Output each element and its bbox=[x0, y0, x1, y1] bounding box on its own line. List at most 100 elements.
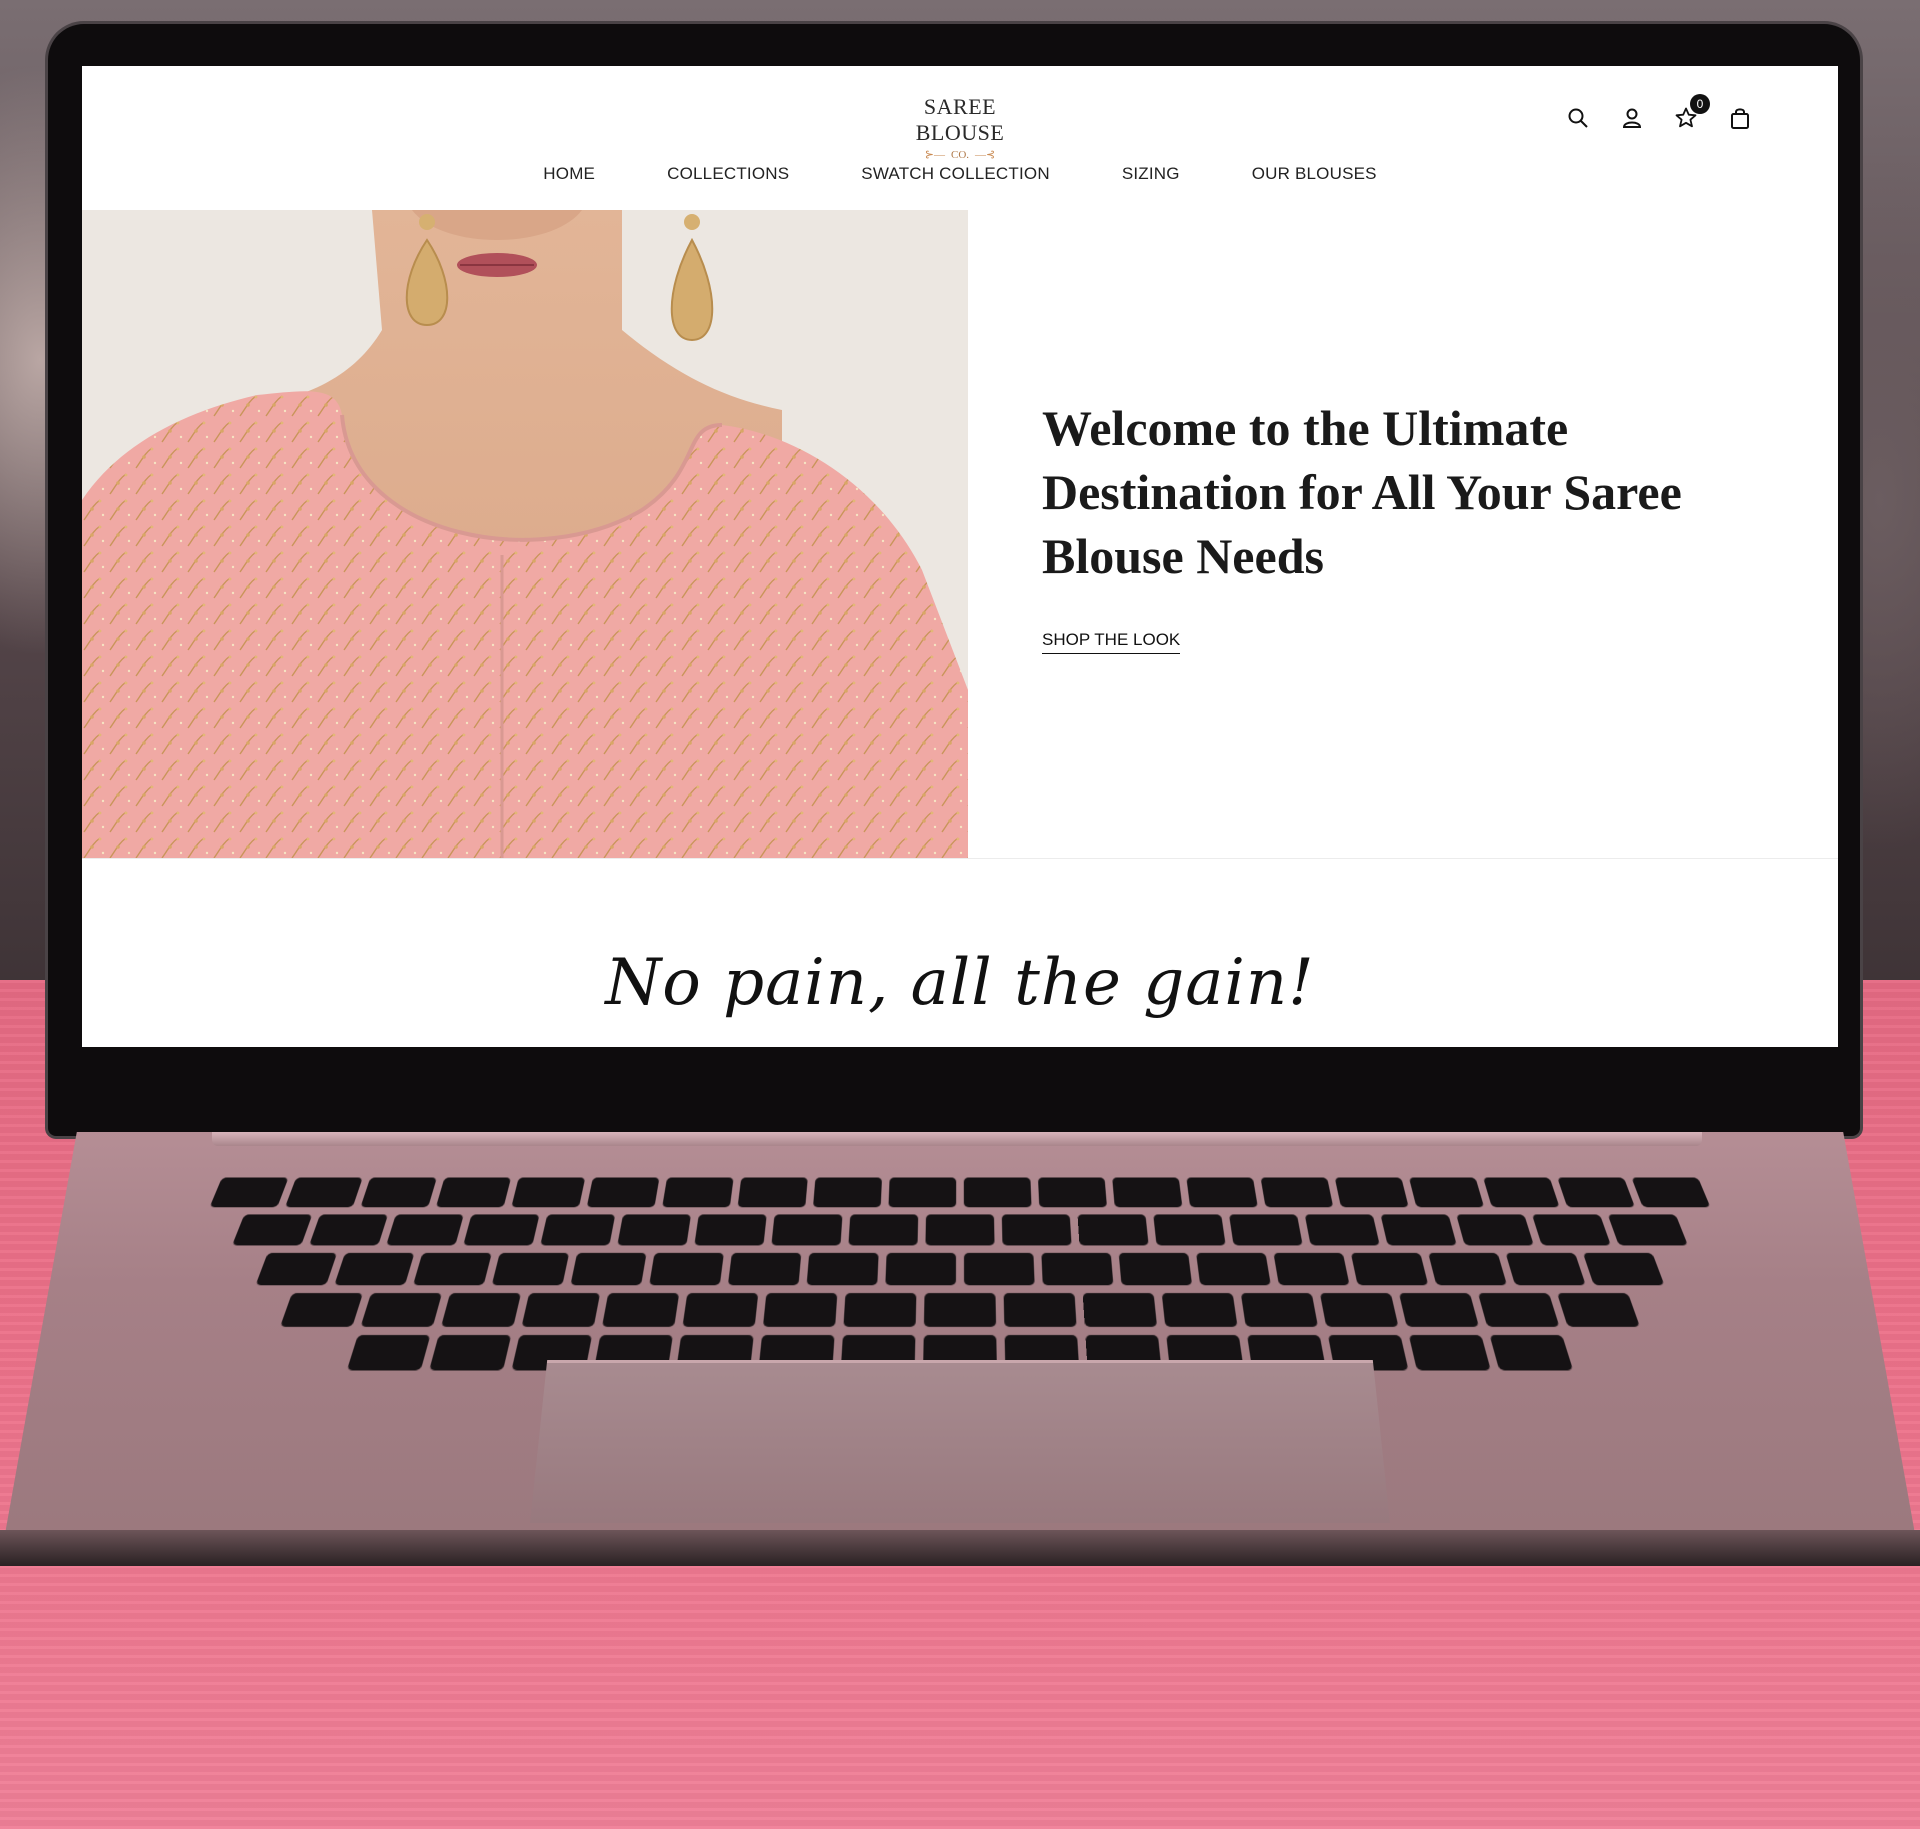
keyboard-key bbox=[1456, 1214, 1534, 1246]
keyboard-key bbox=[1556, 1293, 1641, 1327]
keyboard-key bbox=[255, 1252, 338, 1286]
keyboard-key bbox=[1082, 1293, 1158, 1327]
keyboard-key bbox=[1003, 1293, 1077, 1327]
keyboard-key bbox=[1041, 1252, 1114, 1286]
keyboard-key bbox=[1161, 1293, 1238, 1327]
keyboard-key bbox=[334, 1252, 415, 1286]
keyboard-key bbox=[737, 1177, 808, 1208]
keyboard-key bbox=[1334, 1177, 1409, 1208]
laptop-screen: SAREE BLOUSE ⊱— CO. —⊰ 0 HOME COLLECTION… bbox=[82, 66, 1838, 1047]
keyboard-row bbox=[31, 1293, 1888, 1327]
keyboard-key bbox=[1607, 1214, 1689, 1246]
keyboard-key bbox=[1350, 1252, 1429, 1286]
keyboard-key bbox=[279, 1293, 364, 1327]
model-illustration bbox=[82, 210, 968, 858]
keyboard-key bbox=[1398, 1293, 1480, 1327]
keyboard-key bbox=[888, 1177, 957, 1208]
nav-swatch-collection[interactable]: SWATCH COLLECTION bbox=[861, 164, 1050, 184]
keyboard-key bbox=[231, 1214, 313, 1246]
keyboard-key bbox=[843, 1293, 917, 1327]
account-icon bbox=[1622, 108, 1642, 128]
keyboard-key bbox=[360, 1293, 443, 1327]
keyboard-key bbox=[694, 1214, 767, 1246]
wishlist-button[interactable]: 0 bbox=[1672, 94, 1710, 132]
account-button[interactable] bbox=[1618, 104, 1646, 132]
keyboard-key bbox=[1273, 1252, 1350, 1286]
keyboard-row bbox=[71, 1214, 1849, 1246]
keyboard-key bbox=[806, 1252, 879, 1286]
keyboard-key bbox=[1304, 1214, 1380, 1246]
keyboard-key bbox=[1531, 1214, 1611, 1246]
wishlist-count-badge: 0 bbox=[1690, 94, 1710, 114]
keyboard-key bbox=[1380, 1214, 1457, 1246]
tagline: No pain, all the gain! bbox=[605, 946, 1315, 1020]
keyboard-key bbox=[848, 1214, 919, 1246]
keyboard-key bbox=[209, 1177, 289, 1208]
keyboard-key bbox=[1408, 1177, 1485, 1208]
cart-icon bbox=[1731, 108, 1749, 129]
nav-collections[interactable]: COLLECTIONS bbox=[667, 164, 789, 184]
keyboard-key bbox=[682, 1293, 759, 1327]
laptop-front-edge bbox=[0, 1530, 1920, 1566]
keyboard-key bbox=[1631, 1177, 1711, 1208]
header-icons: 0 bbox=[1564, 94, 1754, 132]
hero-text: Welcome to the Ultimate Destination for … bbox=[1042, 396, 1742, 654]
keyboard-key bbox=[346, 1335, 431, 1371]
keyboard-key bbox=[1228, 1214, 1303, 1246]
keyboard-key bbox=[1489, 1335, 1574, 1371]
search-button[interactable] bbox=[1564, 104, 1592, 132]
hero-image bbox=[82, 210, 968, 858]
keyboard-key bbox=[429, 1335, 512, 1371]
search-icon bbox=[1568, 108, 1588, 128]
nav-sizing[interactable]: SIZING bbox=[1122, 164, 1180, 184]
keyboard-key bbox=[963, 1252, 1035, 1286]
keyboard-key bbox=[1477, 1293, 1560, 1327]
keyboard-key bbox=[617, 1214, 692, 1246]
laptop-hinge bbox=[212, 1132, 1702, 1146]
keyboard-key bbox=[925, 1214, 995, 1246]
keyboard-key bbox=[1077, 1214, 1149, 1246]
keyboard-key bbox=[885, 1252, 957, 1286]
trackpad bbox=[530, 1360, 1390, 1523]
keyboard-key bbox=[570, 1252, 647, 1286]
keyboard-key bbox=[662, 1177, 734, 1208]
keyboard-key bbox=[540, 1214, 616, 1246]
keyboard bbox=[11, 1177, 1909, 1371]
keyboard-key bbox=[1240, 1293, 1319, 1327]
keyboard-key bbox=[1428, 1252, 1508, 1286]
keyboard-key bbox=[1118, 1252, 1193, 1286]
main-nav: HOME COLLECTIONS SWATCH COLLECTION SIZIN… bbox=[82, 164, 1838, 184]
site-header: SAREE BLOUSE ⊱— CO. —⊰ 0 HOME COLLECTION… bbox=[82, 66, 1838, 210]
keyboard-key bbox=[1153, 1214, 1226, 1246]
nav-home[interactable]: HOME bbox=[543, 164, 595, 184]
keyboard-key bbox=[440, 1293, 522, 1327]
keyboard-key bbox=[1196, 1252, 1271, 1286]
keyboard-row bbox=[90, 1177, 1831, 1208]
shop-the-look-link[interactable]: SHOP THE LOOK bbox=[1042, 630, 1181, 654]
keyboard-key bbox=[1483, 1177, 1560, 1208]
keyboard-key bbox=[923, 1293, 997, 1327]
keyboard-key bbox=[1037, 1177, 1108, 1208]
ornament-left-icon: ⊱— bbox=[924, 149, 945, 161]
section-divider bbox=[82, 858, 1838, 859]
keyboard-key bbox=[1582, 1252, 1665, 1286]
keyboard-key bbox=[1557, 1177, 1636, 1208]
logo-sub: ⊱— CO. —⊰ bbox=[924, 149, 996, 161]
keyboard-key bbox=[511, 1177, 586, 1208]
brand-logo[interactable]: SAREE BLOUSE ⊱— CO. —⊰ bbox=[880, 94, 1040, 161]
keyboard-key bbox=[586, 1177, 660, 1208]
keyboard-key bbox=[762, 1293, 838, 1327]
keyboard-key bbox=[284, 1177, 363, 1208]
keyboard-key bbox=[1505, 1252, 1586, 1286]
keyboard-key bbox=[812, 1177, 883, 1208]
keyboard-key bbox=[1319, 1293, 1399, 1327]
cart-button[interactable] bbox=[1726, 104, 1754, 132]
keyboard-key bbox=[463, 1214, 540, 1246]
hero-title: Welcome to the Ultimate Destination for … bbox=[1042, 400, 1682, 584]
keyboard-key bbox=[601, 1293, 680, 1327]
nav-our-blouses[interactable]: OUR BLOUSES bbox=[1252, 164, 1377, 184]
keyboard-key bbox=[1408, 1335, 1491, 1371]
keyboard-key bbox=[1001, 1214, 1072, 1246]
keyboard-key bbox=[521, 1293, 601, 1327]
keyboard-key bbox=[360, 1177, 437, 1208]
